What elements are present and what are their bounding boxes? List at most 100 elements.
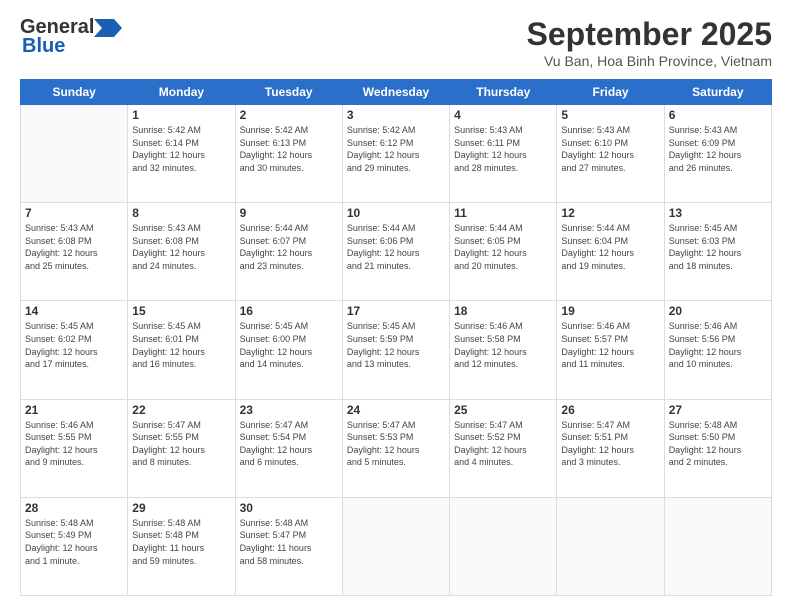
day-number: 22 (132, 403, 230, 417)
calendar-table: SundayMondayTuesdayWednesdayThursdayFrid… (20, 79, 772, 596)
calendar-cell: 28 Sunrise: 5:48 AM Sunset: 5:49 PM Dayli… (21, 497, 128, 595)
day-number: 24 (347, 403, 445, 417)
calendar-cell (557, 497, 664, 595)
calendar-cell: 1 Sunrise: 5:42 AM Sunset: 6:14 PM Daylig… (128, 105, 235, 203)
weekday-header-wednesday: Wednesday (342, 80, 449, 105)
day-info: Sunrise: 5:47 AM Sunset: 5:51 PM Dayligh… (561, 419, 659, 469)
day-number: 27 (669, 403, 767, 417)
day-info: Sunrise: 5:44 AM Sunset: 6:05 PM Dayligh… (454, 222, 552, 272)
day-number: 20 (669, 304, 767, 318)
day-info: Sunrise: 5:45 AM Sunset: 5:59 PM Dayligh… (347, 320, 445, 370)
day-info: Sunrise: 5:48 AM Sunset: 5:48 PM Dayligh… (132, 517, 230, 567)
day-number: 16 (240, 304, 338, 318)
day-info: Sunrise: 5:45 AM Sunset: 6:01 PM Dayligh… (132, 320, 230, 370)
calendar-cell: 29 Sunrise: 5:48 AM Sunset: 5:48 PM Dayli… (128, 497, 235, 595)
day-number: 6 (669, 108, 767, 122)
weekday-header-monday: Monday (128, 80, 235, 105)
day-number: 8 (132, 206, 230, 220)
location: Vu Ban, Hoa Binh Province, Vietnam (527, 53, 772, 69)
weekday-header-row: SundayMondayTuesdayWednesdayThursdayFrid… (21, 80, 772, 105)
weekday-header-friday: Friday (557, 80, 664, 105)
day-number: 14 (25, 304, 123, 318)
calendar-cell: 30 Sunrise: 5:48 AM Sunset: 5:47 PM Dayli… (235, 497, 342, 595)
calendar-cell: 11 Sunrise: 5:44 AM Sunset: 6:05 PM Dayli… (450, 203, 557, 301)
weekday-header-saturday: Saturday (664, 80, 771, 105)
calendar-cell: 5Sunrise: 5:43 AM Sunset: 6:10 PM Daylig… (557, 105, 664, 203)
day-number: 26 (561, 403, 659, 417)
day-number: 10 (347, 206, 445, 220)
day-number: 2 (240, 108, 338, 122)
calendar-week-row: 7 Sunrise: 5:43 AM Sunset: 6:08 PM Daylig… (21, 203, 772, 301)
calendar-cell: 6 Sunrise: 5:43 AM Sunset: 6:09 PM Daylig… (664, 105, 771, 203)
day-info: Sunrise: 5:42 AM Sunset: 6:12 PM Dayligh… (347, 124, 445, 174)
day-number: 11 (454, 206, 552, 220)
day-info: Sunrise: 5:43 AM Sunset: 6:11 PM Dayligh… (454, 124, 552, 174)
calendar-cell: 3Sunrise: 5:42 AM Sunset: 6:12 PM Daylig… (342, 105, 449, 203)
month-title: September 2025 (527, 16, 772, 53)
day-number: 19 (561, 304, 659, 318)
logo-blue: Blue (22, 35, 65, 58)
day-info: Sunrise: 5:42 AM Sunset: 6:13 PM Dayligh… (240, 124, 338, 174)
day-number: 23 (240, 403, 338, 417)
calendar-cell: 14Sunrise: 5:45 AM Sunset: 6:02 PM Dayli… (21, 301, 128, 399)
day-number: 28 (25, 501, 123, 515)
day-info: Sunrise: 5:47 AM Sunset: 5:53 PM Dayligh… (347, 419, 445, 469)
calendar-week-row: 28 Sunrise: 5:48 AM Sunset: 5:49 PM Dayli… (21, 497, 772, 595)
calendar-cell: 17 Sunrise: 5:45 AM Sunset: 5:59 PM Dayli… (342, 301, 449, 399)
calendar-cell (342, 497, 449, 595)
day-info: Sunrise: 5:43 AM Sunset: 6:08 PM Dayligh… (132, 222, 230, 272)
day-info: Sunrise: 5:47 AM Sunset: 5:52 PM Dayligh… (454, 419, 552, 469)
day-info: Sunrise: 5:44 AM Sunset: 6:04 PM Dayligh… (561, 222, 659, 272)
calendar-cell: 2 Sunrise: 5:42 AM Sunset: 6:13 PM Daylig… (235, 105, 342, 203)
day-number: 29 (132, 501, 230, 515)
day-info: Sunrise: 5:46 AM Sunset: 5:55 PM Dayligh… (25, 419, 123, 469)
calendar-cell (21, 105, 128, 203)
calendar-cell: 19 Sunrise: 5:46 AM Sunset: 5:57 PM Dayli… (557, 301, 664, 399)
calendar-week-row: 1 Sunrise: 5:42 AM Sunset: 6:14 PM Daylig… (21, 105, 772, 203)
weekday-header-tuesday: Tuesday (235, 80, 342, 105)
day-info: Sunrise: 5:43 AM Sunset: 6:10 PM Dayligh… (561, 124, 659, 174)
calendar-cell: 26 Sunrise: 5:47 AM Sunset: 5:51 PM Dayli… (557, 399, 664, 497)
calendar-cell: 8 Sunrise: 5:43 AM Sunset: 6:08 PM Daylig… (128, 203, 235, 301)
calendar-cell: 15 Sunrise: 5:45 AM Sunset: 6:01 PM Dayli… (128, 301, 235, 399)
calendar-cell: 24 Sunrise: 5:47 AM Sunset: 5:53 PM Dayli… (342, 399, 449, 497)
day-info: Sunrise: 5:42 AM Sunset: 6:14 PM Dayligh… (132, 124, 230, 174)
day-number: 1 (132, 108, 230, 122)
day-number: 12 (561, 206, 659, 220)
day-number: 25 (454, 403, 552, 417)
calendar-cell (664, 497, 771, 595)
day-info: Sunrise: 5:48 AM Sunset: 5:50 PM Dayligh… (669, 419, 767, 469)
calendar-cell: 7 Sunrise: 5:43 AM Sunset: 6:08 PM Daylig… (21, 203, 128, 301)
calendar-cell: 18Sunrise: 5:46 AM Sunset: 5:58 PM Dayli… (450, 301, 557, 399)
day-number: 17 (347, 304, 445, 318)
calendar-cell: 10 Sunrise: 5:44 AM Sunset: 6:06 PM Dayli… (342, 203, 449, 301)
day-info: Sunrise: 5:48 AM Sunset: 5:47 PM Dayligh… (240, 517, 338, 567)
day-info: Sunrise: 5:43 AM Sunset: 6:09 PM Dayligh… (669, 124, 767, 174)
day-number: 15 (132, 304, 230, 318)
day-info: Sunrise: 5:47 AM Sunset: 5:55 PM Dayligh… (132, 419, 230, 469)
day-number: 30 (240, 501, 338, 515)
day-info: Sunrise: 5:46 AM Sunset: 5:58 PM Dayligh… (454, 320, 552, 370)
day-number: 7 (25, 206, 123, 220)
calendar-cell: 9Sunrise: 5:44 AM Sunset: 6:07 PM Daylig… (235, 203, 342, 301)
day-info: Sunrise: 5:45 AM Sunset: 6:00 PM Dayligh… (240, 320, 338, 370)
page: General Blue September 2025 Vu Ban, Hoa … (0, 0, 792, 612)
day-info: Sunrise: 5:44 AM Sunset: 6:07 PM Dayligh… (240, 222, 338, 272)
header: General Blue September 2025 Vu Ban, Hoa … (20, 16, 772, 69)
logo: General Blue (20, 16, 122, 58)
day-info: Sunrise: 5:46 AM Sunset: 5:57 PM Dayligh… (561, 320, 659, 370)
day-number: 13 (669, 206, 767, 220)
calendar-cell: 20 Sunrise: 5:46 AM Sunset: 5:56 PM Dayli… (664, 301, 771, 399)
logo-arrow-icon (94, 19, 122, 37)
calendar-cell: 4 Sunrise: 5:43 AM Sunset: 6:11 PM Daylig… (450, 105, 557, 203)
calendar-cell: 13Sunrise: 5:45 AM Sunset: 6:03 PM Dayli… (664, 203, 771, 301)
day-info: Sunrise: 5:48 AM Sunset: 5:49 PM Dayligh… (25, 517, 123, 567)
calendar-cell: 12 Sunrise: 5:44 AM Sunset: 6:04 PM Dayli… (557, 203, 664, 301)
calendar-cell: 25 Sunrise: 5:47 AM Sunset: 5:52 PM Dayli… (450, 399, 557, 497)
day-info: Sunrise: 5:43 AM Sunset: 6:08 PM Dayligh… (25, 222, 123, 272)
day-info: Sunrise: 5:47 AM Sunset: 5:54 PM Dayligh… (240, 419, 338, 469)
day-info: Sunrise: 5:46 AM Sunset: 5:56 PM Dayligh… (669, 320, 767, 370)
day-info: Sunrise: 5:44 AM Sunset: 6:06 PM Dayligh… (347, 222, 445, 272)
day-number: 4 (454, 108, 552, 122)
calendar-week-row: 14Sunrise: 5:45 AM Sunset: 6:02 PM Dayli… (21, 301, 772, 399)
